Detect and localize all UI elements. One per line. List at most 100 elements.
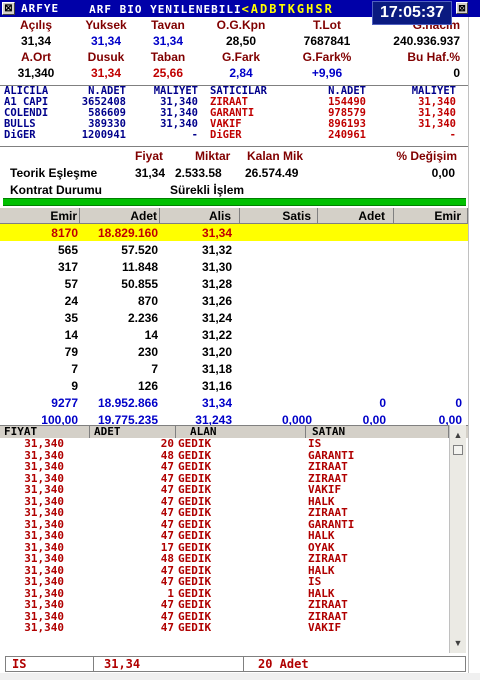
broker-row[interactable]: DiGER 1200941 - DiGER 240961 -	[0, 130, 468, 141]
depth-cell-adet-buy: 2.236	[127, 310, 158, 325]
depth-row[interactable]: 35 2.236 31,24	[0, 309, 468, 326]
depth-cell-adet-buy: 57.520	[121, 242, 158, 257]
trades-header-satan[interactable]: SATAN	[306, 426, 449, 438]
trade-row[interactable]: 31,340 47 GEDIK ZIRAAT	[0, 461, 468, 473]
summary-header-row-2: A.Ort Dusuk Taban G.Fark G.Fark% Bu Haf.…	[0, 49, 468, 65]
trade-row[interactable]: 31,340 20 GEDIK IS	[0, 438, 468, 450]
symbol-label: ARFYE	[21, 2, 60, 15]
depth-cell-alis-price: 31,26	[201, 293, 232, 308]
depth-cell-alis-price: 31,20	[201, 344, 232, 359]
depth-row[interactable]: 317 11.848 31,30	[0, 258, 468, 275]
scroll-thumb[interactable]	[453, 445, 463, 455]
trade-qty: 47	[160, 575, 174, 588]
depth-header-satis[interactable]: Satis	[240, 207, 318, 224]
close-icon[interactable]: ⊠	[456, 2, 468, 14]
trade-qty: 47	[160, 483, 174, 496]
trade-row[interactable]: 31,340 47 GEDIK ZIRAAT	[0, 611, 468, 623]
trade-row[interactable]: 31,340 47 GEDIK ZIRAAT	[0, 599, 468, 611]
depth-cell-alis-price: 31,34	[201, 225, 232, 240]
trade-row[interactable]: 31,340 47 GEDIK VAKIF	[0, 622, 468, 634]
teorik-degisim: 0,00	[431, 165, 455, 180]
depth-row[interactable]: 57 50.855 31,28	[0, 275, 468, 292]
trade-buyer: GEDIK	[178, 483, 212, 496]
trade-buyer: GEDIK	[178, 552, 212, 565]
status-broker: IS	[6, 657, 94, 671]
depth-row[interactable]: 7 7 31,18	[0, 360, 468, 377]
trades-list: FIYAT ADET ALAN SATAN 31,340 20 GEDIK IS 31,…	[0, 425, 468, 653]
trade-price: 31,340	[24, 483, 64, 496]
header-tavan: Tavan	[151, 18, 185, 32]
ticker-tape: <ADBTKGHSR	[241, 1, 334, 16]
trade-row[interactable]: 31,340 48 GEDIK ZIRAAT	[0, 553, 468, 565]
last-trade-status-bar: IS 31,34 20 Adet	[5, 656, 466, 672]
trade-price: 31,340	[24, 575, 64, 588]
trade-buyer: GEDIK	[178, 575, 212, 588]
seller-cost: 31,340	[418, 118, 456, 130]
trade-row[interactable]: 31,340 47 GEDIK ZIRAAT	[0, 473, 468, 485]
depth-cell-adet-buy: 50.855	[121, 276, 158, 291]
value-ghacim: 240.936.937	[393, 34, 460, 48]
kontrat-value: Sürekli İşlem	[170, 182, 245, 197]
trade-buyer: GEDIK	[178, 529, 212, 542]
trade-row[interactable]: 31,340 47 GEDIK GARANTI	[0, 519, 468, 531]
trade-seller: ZIRAAT	[308, 552, 348, 565]
depth-cell-alis-price: 31,16	[201, 378, 232, 393]
trade-row[interactable]: 31,340 47 GEDIK HALK	[0, 565, 468, 577]
trade-row[interactable]: 31,340 47 GEDIK IS	[0, 576, 468, 588]
depth-header-emir-buy[interactable]: Emir	[0, 207, 80, 224]
header-gfark-pct: G.Fark%	[302, 50, 352, 64]
depth-header-adet-sell[interactable]: Adet	[318, 207, 394, 224]
trade-row[interactable]: 31,340 1 GEDIK HALK	[0, 588, 468, 600]
header-miktar: Miktar	[195, 148, 231, 163]
total-adet-sell: 0	[379, 395, 386, 410]
teorik-row: Teorik Eşleşme 31,34 2.533.58 26.574.49 …	[0, 164, 468, 181]
depth-row[interactable]: 8170 18.829.160 31,34	[0, 224, 468, 241]
depth-row[interactable]: 79 230 31,20	[0, 343, 468, 360]
close-icon[interactable]: ⊠	[2, 2, 15, 15]
depth-cell-emir-buy: 57	[64, 276, 78, 291]
depth-cell-emir-buy: 8170	[51, 225, 78, 240]
trades-scrollbar[interactable]: ▲ ▼	[449, 425, 466, 653]
kontrat-row: Kontrat Durumu Sürekli İşlem	[0, 181, 468, 198]
depth-row[interactable]: 9 126 31,16	[0, 377, 468, 394]
trade-price: 31,340	[24, 437, 64, 450]
order-depth-table: Emir Adet Alis Satis Adet Emir 8170 18.82…	[0, 207, 468, 428]
session-status-bar	[3, 198, 466, 206]
depth-cell-emir-buy: 14	[64, 327, 78, 342]
depth-header-emir-sell[interactable]: Emir	[394, 207, 468, 224]
trade-row[interactable]: 31,340 47 GEDIK HALK	[0, 530, 468, 542]
depth-cell-emir-buy: 79	[64, 344, 78, 359]
depth-header-alis[interactable]: Alis	[160, 207, 240, 224]
trade-seller: VAKIF	[308, 483, 342, 496]
total-emir-buy: 9277	[51, 395, 78, 410]
theoretical-match-panel: Fiyat Miktar Kalan Mik % Değişim Teorik …	[0, 146, 468, 198]
value-aort: 31,340	[17, 66, 55, 80]
value-acilis: 31,34	[20, 34, 52, 48]
trade-row[interactable]: 31,340 17 GEDIK OYAK	[0, 542, 468, 554]
depth-cell-alis-price: 31,30	[201, 259, 232, 274]
depth-row[interactable]: 24 870 31,26	[0, 292, 468, 309]
header-acilis: Açılış	[19, 18, 52, 32]
depth-header-adet-buy[interactable]: Adet	[80, 207, 160, 224]
depth-row[interactable]: 14 14 31,22	[0, 326, 468, 343]
buyer-cost: -	[191, 129, 198, 141]
trade-row[interactable]: 31,340 47 GEDIK ZIRAAT	[0, 507, 468, 519]
trade-qty: 47	[160, 621, 174, 634]
header-degisim: % Değişim	[396, 148, 457, 163]
trade-seller: IS	[308, 575, 322, 588]
scroll-up-arrow-icon[interactable]: ▲	[450, 427, 466, 443]
depth-row[interactable]: 565 57.520 31,32	[0, 241, 468, 258]
summary-panel: Açılış Yuksek Tavan O.G.Kpn T.Lot G.haci…	[0, 17, 468, 81]
value-yuksek: 31,34	[90, 34, 122, 48]
scroll-down-arrow-icon[interactable]: ▼	[450, 635, 466, 651]
value-buhaf: 0	[453, 66, 460, 80]
trade-row[interactable]: 31,340 47 GEDIK HALK	[0, 496, 468, 508]
depth-cell-emir-buy: 24	[64, 293, 78, 308]
trade-qty: 47	[160, 460, 174, 473]
trade-row[interactable]: 31,340 47 GEDIK VAKIF	[0, 484, 468, 496]
depth-cell-adet-buy: 126	[137, 378, 158, 393]
value-dusuk: 31,34	[90, 66, 122, 80]
value-taban: 25,66	[152, 66, 184, 80]
trade-row[interactable]: 31,340 48 GEDIK GARANTI	[0, 450, 468, 462]
header-taban: Taban	[150, 50, 186, 64]
